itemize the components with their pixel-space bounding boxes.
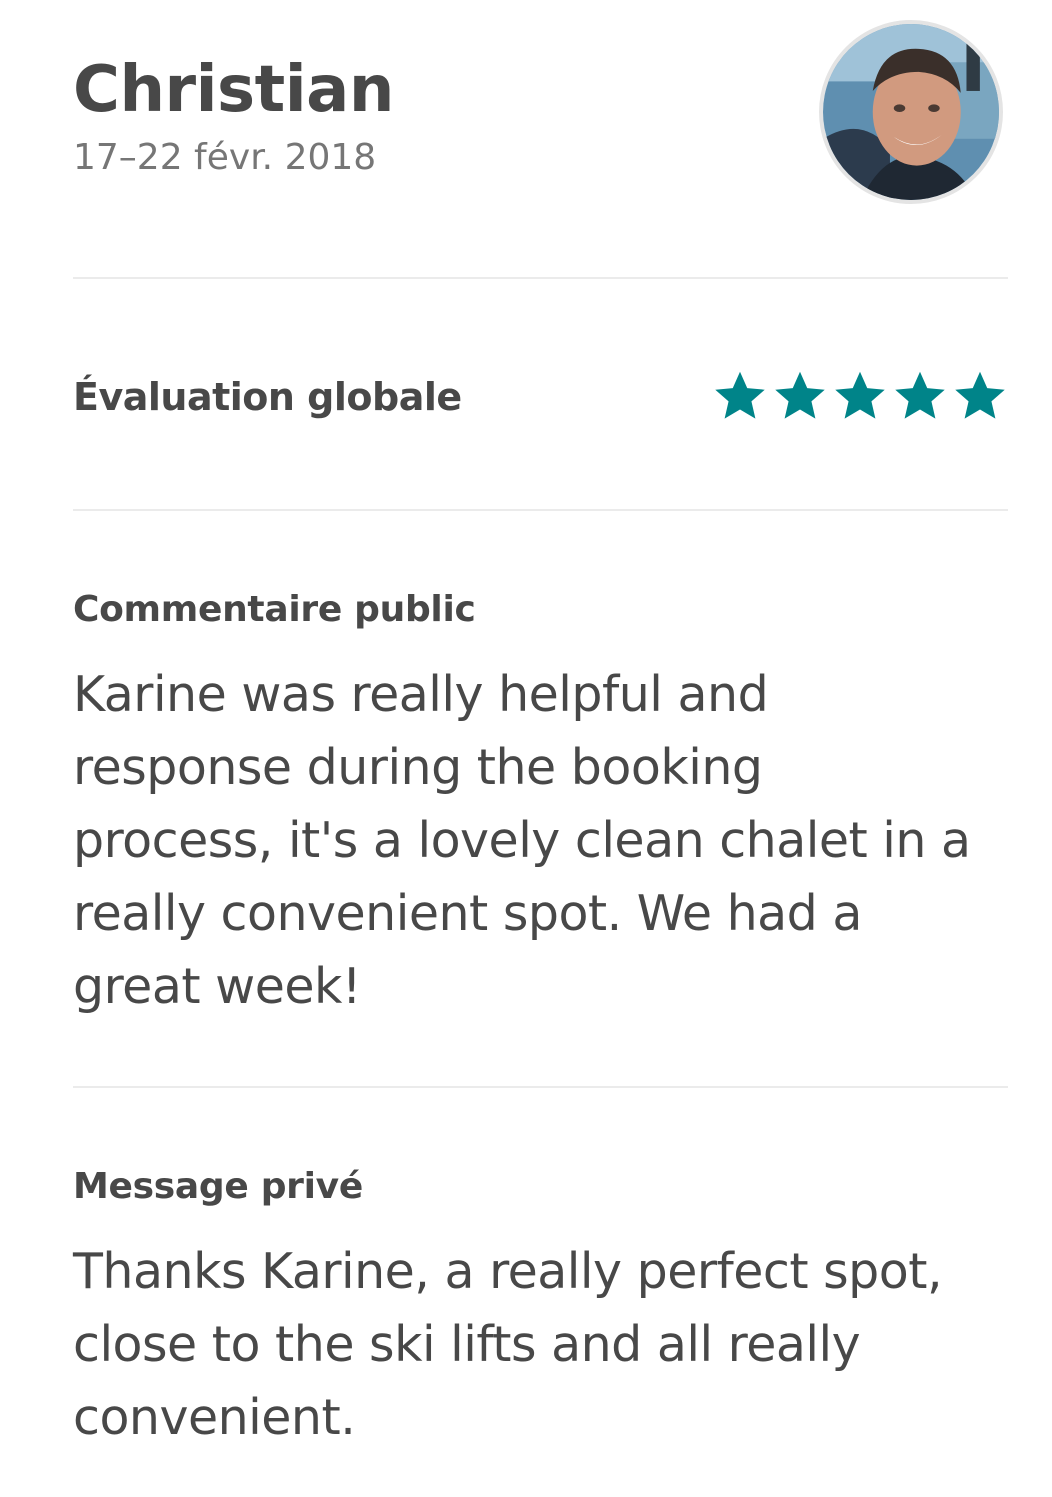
star-icon: [715, 371, 765, 419]
star-icon: [895, 371, 945, 419]
overall-rating: Évaluation globale: [73, 368, 1008, 428]
star-icon: [955, 371, 1005, 419]
private-message-title: Message privé: [73, 1166, 363, 1207]
star-icon: [835, 371, 885, 419]
avatar-photo: [823, 24, 999, 200]
star-icon: [775, 371, 825, 419]
divider: [73, 277, 1008, 279]
rating-label: Évaluation globale: [73, 375, 462, 419]
public-comment-text: Karine was really helpful and response d…: [73, 666, 971, 1015]
review-header: Christian 17–22 févr. 2018: [73, 20, 1012, 214]
reviewer-name: Christian: [73, 53, 394, 127]
private-message-text: Thanks Karine, a really perfect spot, cl…: [73, 1243, 943, 1446]
divider: [73, 509, 1008, 511]
star-rating: [712, 368, 1008, 424]
stay-dates: 17–22 févr. 2018: [73, 137, 377, 178]
avatar[interactable]: [819, 20, 1003, 204]
divider: [73, 1086, 1008, 1088]
public-comment-title: Commentaire public: [73, 589, 476, 630]
